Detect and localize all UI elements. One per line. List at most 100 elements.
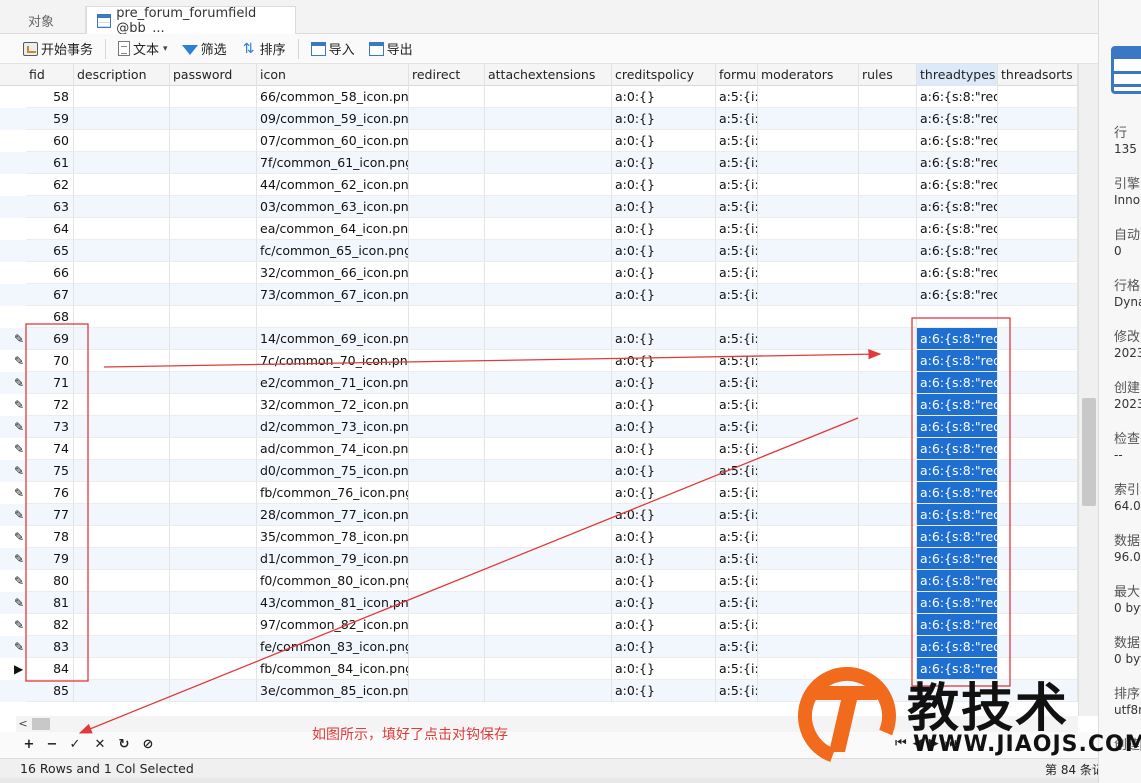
table-row[interactable]: 64 ea/common_64_icon.png a:0:{}a:5:{i:0; a:… [0, 218, 1078, 240]
cell-redirect[interactable] [409, 482, 485, 504]
cell-creditspolicy[interactable]: a:0:{} [612, 416, 716, 438]
cell-threadtypes[interactable]: a:6:{s:8:"requi [917, 240, 998, 262]
cell-redirect[interactable] [409, 460, 485, 482]
cell-password[interactable] [170, 636, 257, 658]
table-row[interactable]: ✎81 43/common_81_icon.png a:0:{}a:5:{i:0; a… [0, 592, 1078, 614]
cell-rules[interactable] [859, 350, 917, 372]
cell-icon[interactable]: 43/common_81_icon.png [257, 592, 409, 614]
cell-formula[interactable]: a:5:{i:0; [716, 108, 758, 130]
cell-fid[interactable]: 58 [26, 86, 74, 108]
cell-description[interactable] [74, 372, 170, 394]
cell-attachextensions[interactable] [485, 130, 612, 152]
cell-creditspolicy[interactable]: a:0:{} [612, 570, 716, 592]
cell-moderators[interactable] [758, 196, 859, 218]
cell-redirect[interactable] [409, 350, 485, 372]
cell-description[interactable] [74, 570, 170, 592]
cell-rules[interactable] [859, 328, 917, 350]
cell-icon[interactable]: ad/common_74_icon.png [257, 438, 409, 460]
cell-redirect[interactable] [409, 394, 485, 416]
cell-redirect[interactable] [409, 416, 485, 438]
cell-rules[interactable] [859, 526, 917, 548]
cell-formula[interactable]: a:5:{i:0; [716, 196, 758, 218]
cell-icon[interactable]: fb/common_76_icon.png [257, 482, 409, 504]
column-header-fid[interactable]: fid [26, 64, 74, 86]
cell-threadtypes[interactable]: a:6:{s:8:"requi [917, 174, 998, 196]
cell-description[interactable] [74, 592, 170, 614]
tab-table-editor[interactable]: pre_forum_forumfield @bb_... [86, 6, 296, 36]
cell-fid[interactable]: 61 [26, 152, 74, 174]
cell-password[interactable] [170, 460, 257, 482]
cell-icon[interactable]: d1/common_79_icon.png [257, 548, 409, 570]
cell-icon[interactable]: 03/common_63_icon.png [257, 196, 409, 218]
cell-icon[interactable]: f0/common_80_icon.png [257, 570, 409, 592]
cell-redirect[interactable] [409, 438, 485, 460]
cell-threadsorts[interactable] [998, 394, 1078, 416]
filter-button[interactable]: 筛选 [177, 37, 232, 61]
cell-password[interactable] [170, 196, 257, 218]
cell-fid[interactable]: 68 [26, 306, 74, 328]
cell-password[interactable] [170, 218, 257, 240]
cell-password[interactable] [170, 284, 257, 306]
column-header-password[interactable]: password [170, 64, 257, 86]
cell-password[interactable] [170, 482, 257, 504]
cell-threadsorts[interactable] [998, 504, 1078, 526]
column-header-threadtypes[interactable]: threadtypes [917, 64, 998, 86]
cell-formula[interactable]: a:5:{i:0; [716, 262, 758, 284]
cell-description[interactable] [74, 86, 170, 108]
cell-formula[interactable]: a:5:{i:0; [716, 680, 758, 702]
cell-threadsorts[interactable] [998, 108, 1078, 130]
cell-description[interactable] [74, 614, 170, 636]
cell-threadsorts[interactable] [998, 130, 1078, 152]
cell-rules[interactable] [859, 570, 917, 592]
cell-fid[interactable]: 79 [26, 548, 74, 570]
table-row[interactable]: ✎77 28/common_77_icon.png a:0:{}a:5:{i:0; a… [0, 504, 1078, 526]
cell-threadsorts[interactable] [998, 592, 1078, 614]
tab-objects[interactable]: 对象 [18, 6, 86, 34]
cell-redirect[interactable] [409, 86, 485, 108]
column-header-creditspolicy[interactable]: creditspolicy [612, 64, 716, 86]
cell-attachextensions[interactable] [485, 372, 612, 394]
cell-rules[interactable] [859, 108, 917, 130]
cell-threadtypes[interactable] [917, 306, 998, 328]
cell-icon[interactable]: 97/common_82_icon.png [257, 614, 409, 636]
cell-attachextensions[interactable] [485, 284, 612, 306]
cell-creditspolicy[interactable]: a:0:{} [612, 108, 716, 130]
cell-moderators[interactable] [758, 86, 859, 108]
cell-icon[interactable]: fc/common_65_icon.png [257, 240, 409, 262]
cell-rules[interactable] [859, 262, 917, 284]
cell-password[interactable] [170, 372, 257, 394]
cell-formula[interactable]: a:5:{i:0; [716, 350, 758, 372]
cell-moderators[interactable] [758, 306, 859, 328]
cell-icon[interactable]: d0/common_75_icon.png [257, 460, 409, 482]
cell-threadsorts[interactable] [998, 306, 1078, 328]
cell-password[interactable] [170, 130, 257, 152]
table-row[interactable]: 63 03/common_63_icon.png a:0:{}a:5:{i:0; a:… [0, 196, 1078, 218]
column-header-redirect[interactable]: redirect [409, 64, 485, 86]
cell-moderators[interactable] [758, 108, 859, 130]
cell-fid[interactable]: 81 [26, 592, 74, 614]
cell-icon[interactable]: d2/common_73_icon.png [257, 416, 409, 438]
cell-creditspolicy[interactable]: a:0:{} [612, 614, 716, 636]
cell-formula[interactable]: a:5:{i:0; [716, 218, 758, 240]
column-header-threadsorts[interactable]: threadsorts [998, 64, 1078, 86]
cell-creditspolicy[interactable]: a:0:{} [612, 262, 716, 284]
cell-threadsorts[interactable] [998, 196, 1078, 218]
cell-attachextensions[interactable] [485, 614, 612, 636]
cell-moderators[interactable] [758, 548, 859, 570]
cell-creditspolicy[interactable]: a:0:{} [612, 460, 716, 482]
cell-description[interactable] [74, 460, 170, 482]
cell-threadsorts[interactable] [998, 240, 1078, 262]
cell-formula[interactable]: a:5:{i:0; [716, 548, 758, 570]
cell-rules[interactable] [859, 372, 917, 394]
cell-description[interactable] [74, 416, 170, 438]
cell-moderators[interactable] [758, 636, 859, 658]
cell-formula[interactable]: a:5:{i:0; [716, 152, 758, 174]
cell-threadtypes[interactable]: a:6:{s:8:"requi [917, 152, 998, 174]
cell-attachextensions[interactable] [485, 152, 612, 174]
cell-rules[interactable] [859, 240, 917, 262]
cell-password[interactable] [170, 86, 257, 108]
cell-threadtypes[interactable]: a:6:{s:8:"requi [917, 526, 998, 548]
table-row[interactable]: ✎79 d1/common_79_icon.png a:0:{}a:5:{i:0; a… [0, 548, 1078, 570]
table-row[interactable]: 65 fc/common_65_icon.png a:0:{}a:5:{i:0; a:… [0, 240, 1078, 262]
cell-rules[interactable] [859, 438, 917, 460]
